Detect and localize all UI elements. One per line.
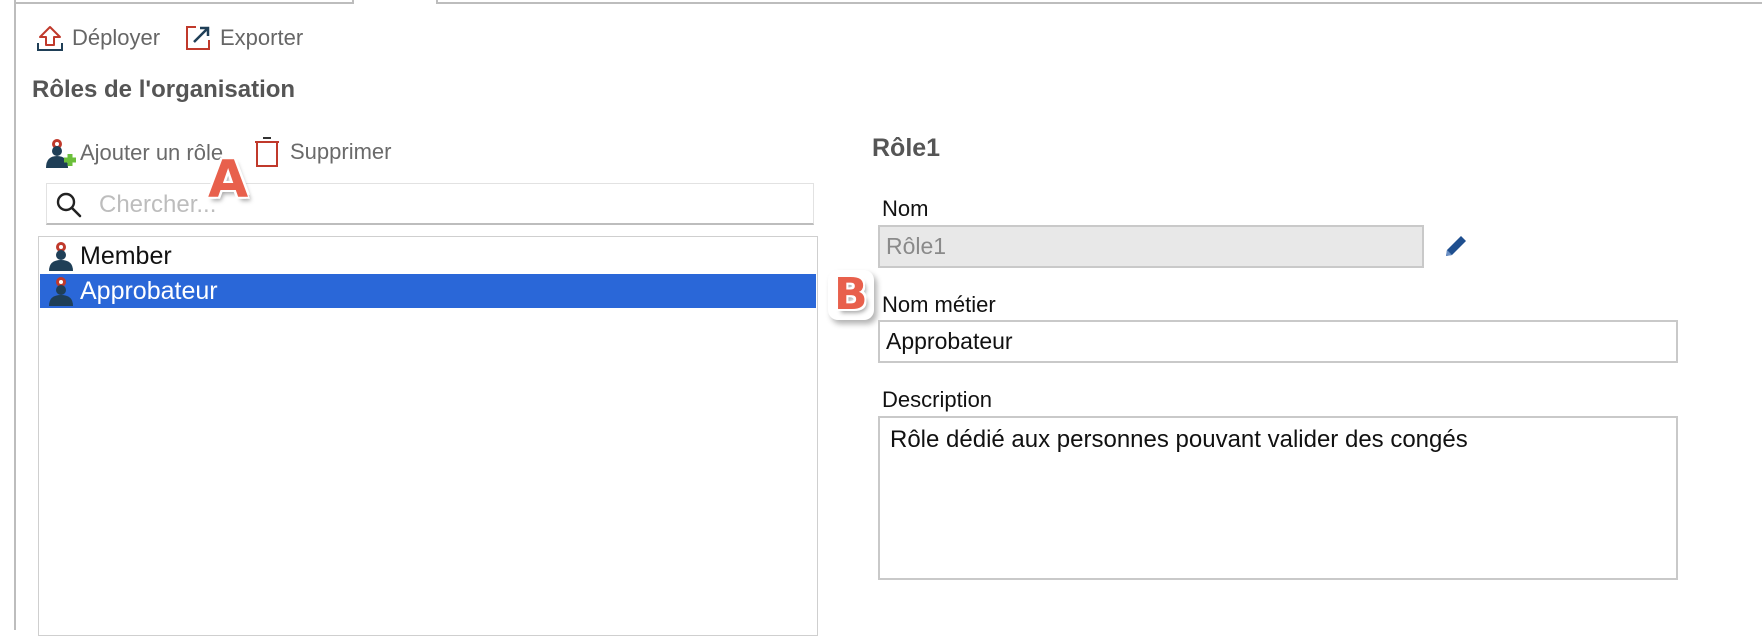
add-role-label: Ajouter un rôle (80, 140, 224, 165)
add-role-button[interactable]: Ajouter un rôle (44, 136, 223, 170)
description-field[interactable]: Rôle dédié aux personnes pouvant valider… (878, 416, 1678, 580)
role-user-icon (49, 242, 73, 271)
role-list-item[interactable]: Member (40, 239, 816, 273)
deploy-button[interactable]: Déployer (36, 24, 160, 52)
export-button[interactable]: Exporter (184, 24, 303, 52)
role-label: Member (80, 241, 172, 270)
role-label: Approbateur (80, 276, 218, 305)
name-field (878, 225, 1424, 268)
detail-title: Rôle1 (872, 134, 941, 162)
callout-b: B (834, 269, 868, 320)
tab-strip (16, 0, 352, 4)
trash-icon (255, 137, 279, 167)
deploy-icon (37, 26, 63, 51)
export-label: Exporter (220, 25, 304, 50)
section-title: Rôles de l'organisation (32, 76, 296, 103)
pencil-icon[interactable] (1442, 232, 1470, 260)
add-role-icon (46, 139, 76, 168)
role-user-icon (49, 277, 73, 306)
callout-a: A (208, 150, 249, 210)
delete-button[interactable]: Supprimer (252, 136, 391, 168)
name-label: Nom (882, 196, 929, 221)
tab-strip (438, 0, 1762, 4)
deploy-label: Déployer (72, 25, 161, 50)
window-left-border (14, 0, 16, 630)
delete-label: Supprimer (290, 139, 392, 164)
export-icon (186, 26, 210, 50)
active-tab[interactable] (352, 0, 438, 4)
role-list[interactable]: Member Approbateur (38, 236, 818, 636)
business-name-field[interactable] (878, 320, 1678, 363)
search-icon (56, 192, 82, 218)
search-box (46, 183, 814, 225)
search-input[interactable] (97, 188, 801, 222)
description-label: Description (882, 387, 993, 412)
role-list-item-selected[interactable]: Approbateur (40, 274, 816, 308)
business-name-label: Nom métier (882, 292, 996, 317)
